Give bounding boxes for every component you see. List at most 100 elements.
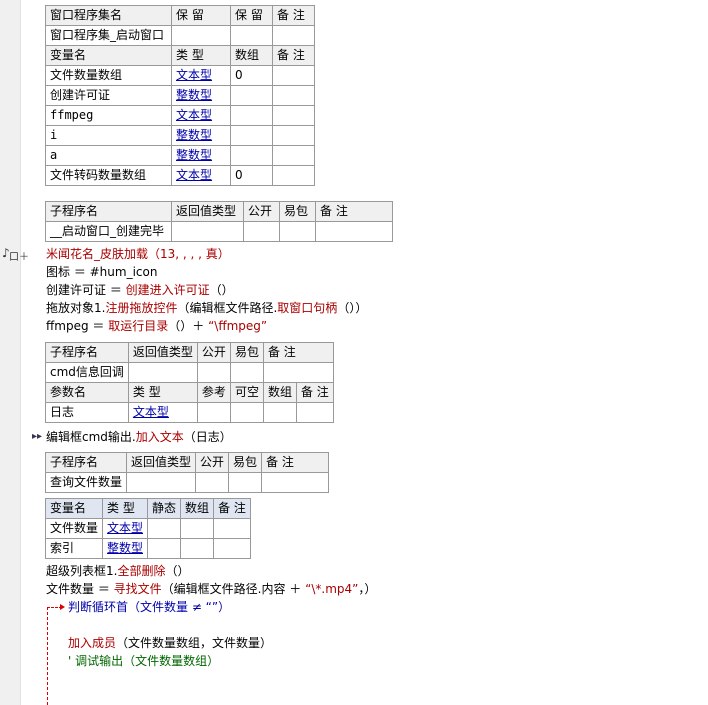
cell[interactable]	[180, 538, 215, 559]
var-name[interactable]: i	[45, 125, 172, 146]
code-line[interactable]: 创建许可证 ＝ 创建进入许可证（）	[46, 281, 234, 299]
var-type[interactable]: 文本型	[102, 518, 149, 539]
var-array[interactable]: 0	[230, 65, 273, 86]
code-text: 内容 ＋	[261, 582, 306, 596]
header-remark: 备 注	[262, 342, 334, 363]
cell[interactable]	[272, 165, 315, 186]
loop-arrow-icon	[60, 604, 65, 610]
header-return-type: 返回值类型	[171, 201, 244, 222]
header-easy-pack: 易包	[229, 342, 264, 363]
arrow-marker[interactable]: ▸▸	[32, 431, 42, 442]
code-line[interactable]: 文件数量 ＝ 寻找文件（编辑框文件路径.内容 ＋ “\*.mp4”，）	[46, 580, 376, 598]
var-array[interactable]	[230, 145, 273, 166]
window-set-name[interactable]: 窗口程序集_启动窗口	[45, 25, 172, 46]
code-line[interactable]: ' 调试输出（文件数量数组）	[68, 652, 219, 670]
cell[interactable]	[272, 145, 315, 166]
subroutine-name[interactable]: cmd信息回调	[45, 362, 129, 383]
code-line[interactable]: 超级列表框1.全部删除（）	[46, 562, 189, 580]
function-name: 全部删除	[117, 564, 166, 578]
gutter-divider	[20, 0, 21, 705]
header-easy-pack: 易包	[228, 452, 263, 473]
cell[interactable]	[272, 85, 315, 106]
subroutine-name[interactable]: __启动窗口_创建完毕	[45, 221, 172, 242]
header-public: 公开	[195, 452, 230, 473]
cell[interactable]	[195, 472, 230, 493]
cell[interactable]	[230, 25, 273, 46]
cell[interactable]	[213, 538, 251, 559]
code-text: （文件数量数组，文件数量）	[116, 636, 273, 650]
function-name: 米闻花名_皮肤加载	[46, 247, 149, 261]
header-sub-name: 子程序名	[44, 452, 128, 473]
cell[interactable]	[279, 221, 316, 242]
cell[interactable]	[315, 221, 393, 242]
code-line[interactable]: 拖放对象1.注册拖放控件（编辑框文件路径.取窗口句柄（））	[46, 299, 367, 317]
code-text: ，）	[358, 582, 377, 596]
code-line[interactable]: 编辑框cmd输出.加入文本（日志）	[46, 428, 232, 446]
code-line[interactable]: 米闻花名_皮肤加载（13, , , , 真）	[46, 245, 230, 263]
code-line[interactable]: 判断循环首（文件数量 ≠ “”）	[68, 598, 230, 616]
code-text: （））	[337, 301, 368, 315]
cell[interactable]	[196, 402, 231, 423]
cell[interactable]	[272, 105, 315, 126]
cell[interactable]	[243, 221, 280, 242]
code-line[interactable]: 加入成员（文件数量数组，文件数量）	[68, 634, 272, 652]
var-type[interactable]: 文本型	[171, 165, 231, 186]
var-name[interactable]: 文件转码数量数组	[45, 165, 172, 186]
code-text: （）	[165, 564, 190, 578]
loop-flow-line	[47, 607, 48, 705]
cell[interactable]	[126, 472, 197, 493]
cell[interactable]	[127, 362, 198, 383]
var-array[interactable]: 0	[230, 165, 273, 186]
string-literal: “\*.mp4”	[305, 582, 359, 596]
var-array[interactable]	[230, 85, 273, 106]
table-row: 文件转码数量数组 文本型 0	[45, 165, 315, 186]
cell[interactable]	[262, 402, 297, 423]
cell[interactable]	[228, 472, 263, 493]
header-param-remark: 备 注	[295, 382, 334, 403]
subroutine-name[interactable]: 查询文件数量	[44, 472, 128, 493]
var-type[interactable]: 整数型	[102, 538, 149, 559]
var-type[interactable]: 整数型	[171, 125, 231, 146]
header-param-nullable: 可空	[229, 382, 264, 403]
cell[interactable]	[171, 25, 231, 46]
var-type[interactable]: 整数型	[171, 145, 231, 166]
param-type[interactable]: 文本型	[127, 402, 198, 423]
var-name[interactable]: a	[45, 145, 172, 166]
var-name[interactable]: 索引	[44, 538, 104, 559]
cell[interactable]	[147, 538, 182, 559]
var-array[interactable]	[230, 125, 273, 146]
cell[interactable]	[295, 402, 334, 423]
var-array[interactable]	[230, 105, 273, 126]
var-name[interactable]: 创建许可证	[45, 85, 172, 106]
var-name[interactable]: 文件数量数组	[45, 65, 172, 86]
cell[interactable]	[272, 125, 315, 146]
cell[interactable]	[229, 362, 264, 383]
var-type[interactable]: 文本型	[171, 65, 231, 86]
subroutine-table-3: 子程序名 返回值类型 公开 易包 备 注 查询文件数量	[44, 452, 330, 493]
function-name: 取运行目录	[108, 319, 169, 333]
cell[interactable]	[171, 221, 244, 242]
code-line[interactable]: 图标 ＝ #hum_icon	[46, 263, 157, 281]
var-name[interactable]: ffmpeg	[45, 105, 172, 126]
header-var-array: 数组	[230, 45, 273, 66]
function-name: 加入文本	[135, 430, 184, 444]
param-name[interactable]: 日志	[45, 402, 129, 423]
code-text: 编辑框cmd输出.	[46, 430, 136, 444]
function-name: 取窗口句柄	[277, 301, 338, 315]
code-line[interactable]: ffmpeg ＝ 取运行目录（）＋ “\ffmpeg”	[46, 317, 267, 335]
cell[interactable]	[196, 362, 231, 383]
header-remark: 备 注	[261, 452, 330, 473]
cell[interactable]	[272, 65, 315, 86]
cell[interactable]	[180, 518, 215, 539]
cell[interactable]	[213, 518, 251, 539]
var-type[interactable]: 整数型	[171, 85, 231, 106]
cell[interactable]	[261, 472, 330, 493]
cell[interactable]	[272, 25, 315, 46]
header-sub-name: 子程序名	[45, 342, 129, 363]
fold-marker[interactable]: 口＋	[9, 248, 29, 263]
var-name[interactable]: 文件数量	[44, 518, 104, 539]
var-type[interactable]: 文本型	[171, 105, 231, 126]
cell[interactable]	[147, 518, 182, 539]
cell[interactable]	[262, 362, 334, 383]
cell[interactable]	[229, 402, 264, 423]
